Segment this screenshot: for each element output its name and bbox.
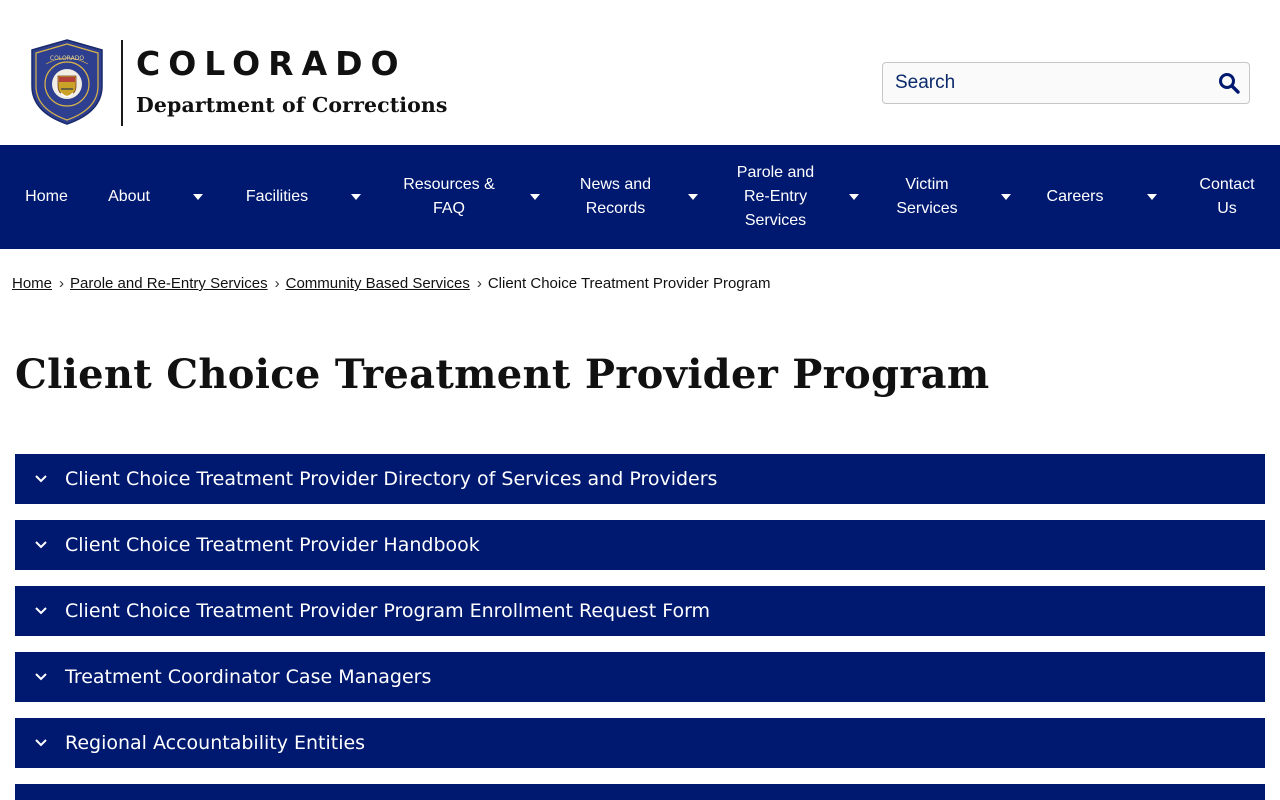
search-button[interactable] [1217, 71, 1241, 95]
site-header: COLORADO COLORADO Department of Correcti… [0, 0, 1280, 145]
accordion-label: Client Choice Treatment Provider Handboo… [65, 534, 480, 556]
nav-item-victim-services[interactable]: Victim Services [886, 145, 968, 249]
nav-item-facilities[interactable]: Facilities [236, 145, 318, 249]
svg-text:COLORADO: COLORADO [50, 55, 84, 62]
logo-divider [121, 40, 123, 126]
nav-facilities-caret-icon[interactable] [344, 145, 368, 249]
breadcrumb: Home › Parole and Re-Entry Services › Commun… [12, 274, 770, 294]
main-navigation: Home About Facilities Resources & FAQ Ne… [0, 145, 1280, 249]
accordion-regional-entities[interactable]: Regional Accountability Entities [15, 718, 1265, 768]
nav-item-careers[interactable]: Careers [1036, 145, 1114, 249]
nav-victim-caret-icon[interactable] [994, 145, 1018, 249]
nav-item-news-records[interactable]: News and Records [568, 145, 663, 249]
nav-item-home[interactable]: Home [10, 145, 83, 249]
accordion-directory[interactable]: Client Choice Treatment Provider Directo… [15, 454, 1265, 504]
page-title: Client Choice Treatment Provider Program [15, 351, 990, 398]
chevron-down-icon [35, 673, 47, 681]
accordion-case-managers[interactable]: Treatment Coordinator Case Managers [15, 652, 1265, 702]
nav-item-contact-us[interactable]: Contact Us [1194, 145, 1260, 249]
accordion-label: Treatment Coordinator Case Managers [65, 666, 432, 688]
accordion-handbook[interactable]: Client Choice Treatment Provider Handboo… [15, 520, 1265, 570]
nav-about-caret-icon[interactable] [186, 145, 210, 249]
breadcrumb-separator: › [476, 275, 482, 292]
nav-item-parole-reentry[interactable]: Parole and Re-Entry Services [725, 145, 826, 249]
accordion-label: Client Choice Treatment Provider Directo… [65, 468, 718, 490]
search-input[interactable] [883, 63, 1203, 103]
accordion-enrollment-form[interactable]: Client Choice Treatment Provider Program… [15, 586, 1265, 636]
accordion-label: Client Choice Treatment Provider Program… [65, 600, 711, 622]
logo-wordmark: COLORADO [136, 44, 407, 83]
accordion-label: Regional Accountability Entities [65, 732, 366, 754]
department-seal-icon: COLORADO [31, 39, 103, 125]
breadcrumb-current: Client Choice Treatment Provider Program [487, 275, 771, 292]
chevron-down-icon [35, 607, 47, 615]
chevron-down-icon [35, 475, 47, 483]
nav-resources-caret-icon[interactable] [523, 145, 547, 249]
logo-subtitle: Department of Corrections [136, 93, 448, 117]
search-icon [1219, 73, 1240, 94]
nav-parole-caret-icon[interactable] [842, 145, 866, 249]
breadcrumb-home-link[interactable]: Home [12, 275, 52, 292]
nav-careers-caret-icon[interactable] [1140, 145, 1164, 249]
search-box [882, 62, 1250, 104]
nav-news-caret-icon[interactable] [681, 145, 705, 249]
breadcrumb-community-link[interactable]: Community Based Services [286, 275, 470, 292]
breadcrumb-separator: › [59, 275, 65, 292]
nav-item-resources-faq[interactable]: Resources & FAQ [398, 145, 500, 249]
chevron-down-icon [35, 541, 47, 549]
chevron-down-icon [35, 739, 47, 747]
breadcrumb-separator: › [274, 275, 280, 292]
breadcrumb-parole-link[interactable]: Parole and Re-Entry Services [70, 275, 268, 292]
nav-item-about[interactable]: About [98, 145, 160, 249]
accordion-partial[interactable] [15, 784, 1265, 800]
